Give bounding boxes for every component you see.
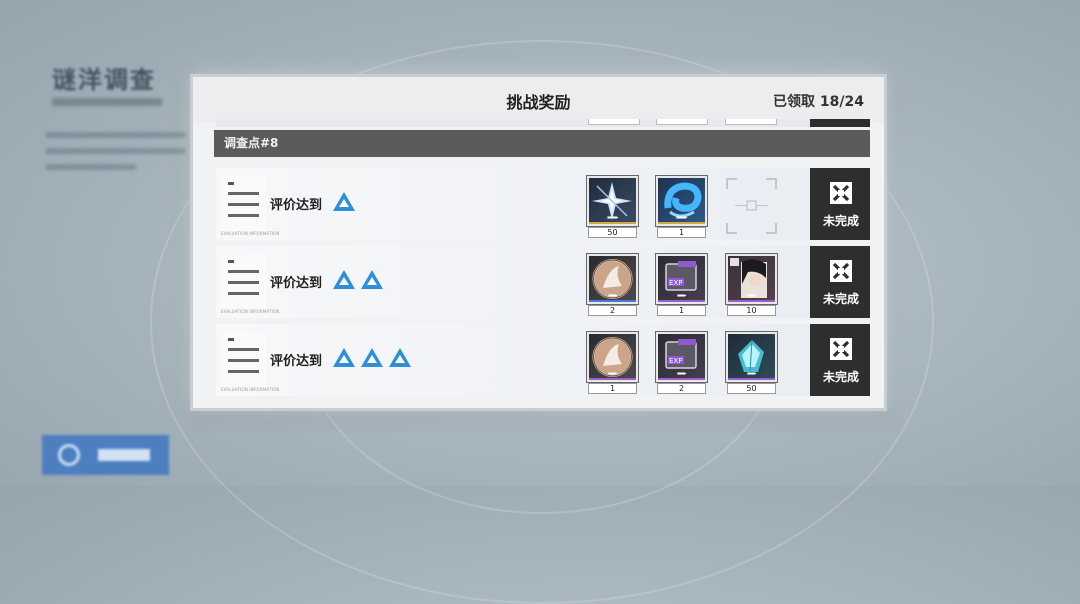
challenge-reward-panel: 挑战奖励 已领取 18/24 调查点#8 EVALUATION INFORMAT… (190, 74, 887, 411)
reward-item[interactable]: ▸▸▸▸ 50 (725, 331, 778, 394)
reward-count: 50 (727, 383, 776, 394)
reward-count: 50 (588, 227, 637, 238)
reward-list[interactable]: 调查点#8 EVALUATION INFORMATION 评价达到 ▸▸▸▸▸ … (214, 119, 870, 399)
close-x-icon (830, 182, 852, 204)
row-caption: EVALUATION INFORMATION (221, 387, 280, 392)
background-button (42, 435, 169, 475)
reward-count: 10 (727, 305, 776, 316)
reward-count: 2 (588, 305, 637, 316)
row-caption: EVALUATION INFORMATION (221, 309, 280, 314)
rating-triangle-icon (389, 348, 411, 367)
reward-count-partial (588, 119, 640, 125)
rating-triangle-icon (333, 348, 355, 367)
claim-button[interactable]: 未完成 (810, 168, 870, 240)
reward-row: EVALUATION INFORMATION 评价达到 ▸▸▸▸ (216, 246, 870, 318)
rating-triangles (332, 268, 384, 292)
reward-count-partial (725, 119, 777, 125)
close-x-icon (830, 260, 852, 282)
svg-text:EXP: EXP (669, 357, 682, 365)
document-icon (221, 254, 266, 310)
reward-count: 2 (657, 383, 706, 394)
panel-header: 挑战奖励 已领取 18/24 (193, 77, 884, 123)
reward-count: 1 (588, 383, 637, 394)
row-caption: EVALUATION INFORMATION (221, 231, 280, 236)
rating-triangle-icon (333, 270, 355, 289)
reward-item[interactable]: ▸▸▸▸ 1 (586, 331, 639, 394)
claim-status: 未完成 (822, 370, 859, 384)
rating-triangles (332, 190, 356, 214)
requirement-label: 评价达到 (270, 354, 323, 369)
claim-status: 未完成 (822, 214, 859, 228)
reward-row: EVALUATION INFORMATION 评价达到 ▸▸▸▸▸ 50 ▸▸▸… (216, 168, 870, 240)
requirement-label: 评价达到 (270, 276, 323, 291)
reward-item[interactable]: ▸▸▸▸ 10 (725, 253, 778, 316)
background-text-line (46, 132, 186, 138)
claim-button[interactable]: 未完成 (810, 324, 870, 396)
reward-count: 1 (657, 227, 706, 238)
rating-triangles (332, 346, 412, 370)
document-icon (221, 332, 266, 388)
reward-item[interactable]: EXP ▸▸▸▸ 1 (655, 253, 708, 316)
background-text-line (46, 148, 186, 154)
reward-item[interactable]: ▸▸▸▸▸ 50 (586, 175, 639, 238)
background-button-icon (58, 444, 80, 466)
close-x-icon (830, 338, 852, 360)
background-text-line (46, 164, 136, 170)
reward-item[interactable]: ▸▸▸▸ 2 (586, 253, 639, 316)
reward-row: EVALUATION INFORMATION 评价达到 ▸▸▸▸ (216, 324, 870, 396)
claim-status: 未完成 (822, 292, 859, 306)
claim-button[interactable]: 未完成 (810, 246, 870, 318)
background-button-text (98, 449, 150, 461)
section-header: 调查点#8 (214, 130, 870, 157)
reward-count: 1 (657, 305, 706, 316)
svg-text:EXP: EXP (669, 279, 682, 287)
requirement-label: 评价达到 (270, 198, 323, 213)
reward-item[interactable]: ▸▸▸▸▸ 1 (655, 175, 708, 238)
rating-triangle-icon (361, 270, 383, 289)
empty-reward-slot (725, 177, 778, 235)
rating-triangle-icon (333, 192, 355, 211)
rating-triangle-icon (361, 348, 383, 367)
reward-item[interactable]: EXP ▸▸▸▸ 2 (655, 331, 708, 394)
document-icon (221, 176, 266, 232)
reward-count-partial (656, 119, 708, 125)
previous-claim-button[interactable] (810, 119, 870, 127)
background-subtitle (52, 98, 162, 106)
background-title: 谜洋调查 (52, 66, 156, 94)
previous-row-partial (216, 119, 870, 127)
empty-slot-frame-icon (726, 178, 777, 234)
claimed-counter: 已领取 18/24 (773, 94, 864, 110)
